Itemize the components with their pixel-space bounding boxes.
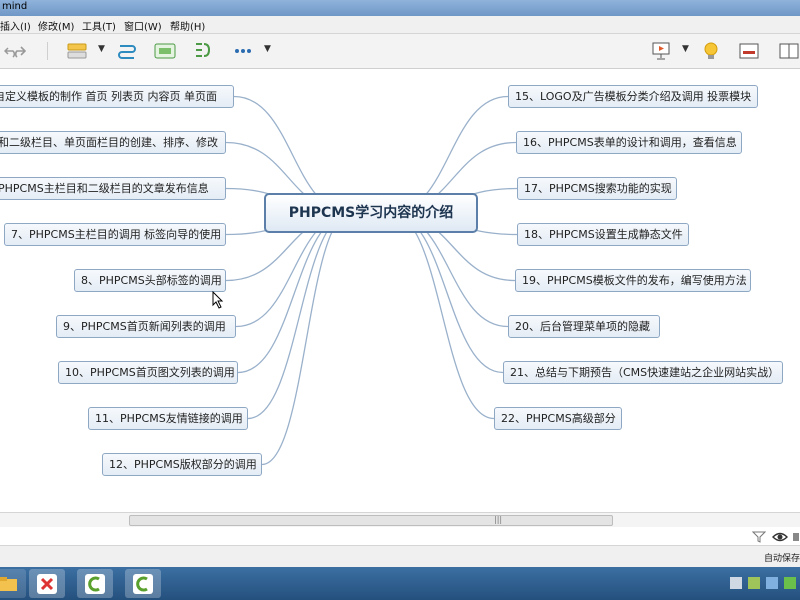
tray-keyboard-icon[interactable] (730, 577, 742, 589)
relationship-icon[interactable] (116, 40, 138, 62)
topic-node-left-8[interactable]: 11、PHPCMS友情链接的调用 (88, 407, 248, 430)
presentation-icon[interactable] (650, 40, 672, 62)
menu-help[interactable]: 帮助(H) (170, 18, 205, 33)
menu-insert[interactable]: 插入(I) (0, 18, 31, 33)
topic-node-left-3[interactable]: 、PHPCMS主栏目和二级栏目的文章发布信息 (0, 177, 226, 200)
autosave-label[interactable]: 自动保存 (764, 551, 800, 564)
title-bar: mind (0, 0, 800, 16)
branch-line (237, 212, 352, 374)
topic-node-right-17[interactable]: 17、PHPCMS搜索功能的实现 (517, 177, 677, 200)
topic-node-right-21[interactable]: 21、总结与下期预告（CMS快速建站之企业网站实战） (503, 361, 783, 384)
menu-bar: 插入(I) 修改(M) 工具(T) 窗口(W) 帮助(H) (0, 16, 800, 34)
mind-map-canvas[interactable]: S自定义模板的制作 首页 列表页 内容页 单页面 目和二级栏目、单页面栏目的创建… (0, 69, 800, 512)
menu-window[interactable]: 窗口(W) (124, 18, 162, 33)
topic-node-right-19[interactable]: 19、PHPCMS模板文件的发布，编写使用方法 (515, 269, 751, 292)
topic-node-right-16[interactable]: 16、PHPCMS表单的设计和调用，查看信息 (516, 131, 742, 154)
topic-node-left-1[interactable]: S自定义模板的制作 首页 列表页 内容页 单页面 (0, 85, 234, 108)
topic-icon[interactable] (66, 40, 88, 62)
menu-modify[interactable]: 修改(M) (38, 18, 74, 33)
topic-node-right-20[interactable]: 20、后台管理菜单项的隐藏 (508, 315, 660, 338)
boundary-icon[interactable] (154, 40, 176, 62)
idea-icon[interactable] (700, 40, 722, 62)
central-topic[interactable]: PHPCMS学习内容的介绍 (264, 193, 478, 233)
toolbar-divider (47, 42, 48, 60)
tray-shield-icon[interactable] (784, 577, 796, 589)
topic-node-left-6[interactable]: 9、PHPCMS首页新闻列表的调用 (56, 315, 236, 338)
branch-line (261, 212, 352, 466)
branch-line (390, 212, 504, 374)
topic-node-right-22[interactable]: 22、PHPCMS高级部分 (494, 407, 622, 430)
topic-node-left-9[interactable]: 12、PHPCMS版权部分的调用 (102, 453, 262, 476)
more-dropdown-icon[interactable]: ▼ (264, 44, 271, 54)
topic-dropdown-icon[interactable]: ▼ (98, 44, 105, 54)
presentation-dropdown-icon[interactable]: ▼ (682, 44, 689, 54)
panel-bar (0, 527, 800, 546)
horizontal-scrollbar[interactable]: ||| (0, 512, 800, 527)
mouse-cursor-icon (212, 291, 224, 309)
menu-tools[interactable]: 工具(T) (82, 18, 116, 33)
taskbar-app-camtasia-2[interactable] (125, 569, 161, 598)
topic-node-left-5[interactable]: 8、PHPCMS头部标签的调用 (74, 269, 226, 292)
window-title: mind (2, 1, 28, 12)
panel-icon[interactable] (738, 40, 760, 62)
topic-node-left-4[interactable]: 7、PHPCMS主栏目的调用 标签向导的使用 (4, 223, 226, 246)
grip-icon: ||| (494, 515, 503, 524)
status-bar: 自动保存 (0, 546, 800, 567)
taskbar (0, 567, 800, 600)
scrollbar-thumb[interactable]: ||| (129, 515, 613, 526)
toolbar: ▼ ▼ ▼ (0, 34, 800, 69)
more-icon[interactable] (232, 40, 254, 62)
tray-nvidia-icon[interactable] (748, 577, 760, 589)
topic-node-left-7[interactable]: 10、PHPCMS首页图文列表的调用 (58, 361, 238, 384)
summary-icon[interactable] (192, 40, 214, 62)
topic-node-right-15[interactable]: 15、LOGO及广告模板分类介绍及调用 投票模块 (508, 85, 758, 108)
taskbar-app-camtasia-1[interactable] (77, 569, 113, 598)
taskbar-app-explorer[interactable] (0, 569, 26, 598)
tray-network-icon[interactable] (766, 577, 778, 589)
topic-node-right-18[interactable]: 18、PHPCMS设置生成静态文件 (517, 223, 689, 246)
layout-icon[interactable] (778, 40, 800, 62)
redo-icon[interactable] (8, 40, 30, 62)
branch-line (390, 212, 495, 420)
topic-node-left-2[interactable]: 目和二级栏目、单页面栏目的创建、排序、修改 (0, 131, 226, 154)
taskbar-app-xmind[interactable] (29, 569, 65, 598)
